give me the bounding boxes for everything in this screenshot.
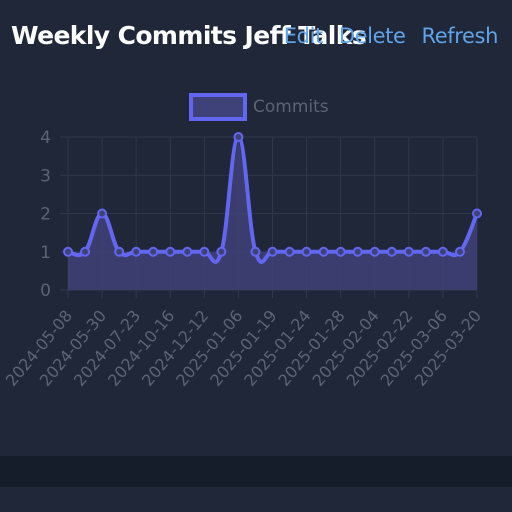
data-point: [335, 246, 346, 257]
edit-button[interactable]: Edit: [284, 24, 323, 48]
data-point: [267, 246, 278, 257]
footer-bar: [0, 456, 512, 487]
data-point: [233, 132, 244, 142]
data-point: [386, 246, 397, 257]
data-point: [182, 246, 193, 257]
data-point: [114, 246, 125, 257]
data-point: [199, 246, 210, 257]
data-point: [352, 246, 363, 257]
data-point: [148, 246, 159, 257]
data-point: [420, 246, 431, 257]
data-point: [131, 246, 142, 257]
y-tick-label: 4: [40, 128, 51, 148]
legend-swatch: [189, 93, 247, 121]
header-actions: Edit Delete Refresh: [284, 24, 499, 48]
chart-container: 0 1 2 3 4 2024-05-08 2024-05-30 2024-07-23 2024-…: [0, 76, 512, 456]
data-point: [437, 246, 448, 257]
data-point: [369, 246, 380, 257]
refresh-button[interactable]: Refresh: [421, 24, 498, 48]
data-point: [216, 246, 227, 257]
data-point: [97, 208, 108, 219]
data-point: [318, 246, 329, 257]
data-point: [301, 246, 312, 257]
data-point: [80, 246, 91, 257]
data-point: [472, 208, 482, 219]
data-point: [250, 246, 261, 257]
delete-button[interactable]: Delete: [339, 24, 406, 48]
commits-chart: 012342024-05-082024-05-302024-07-232024-…: [2, 93, 485, 390]
data-point: [63, 246, 73, 257]
page: Weekly Commits Jeff Talks Edit Delete Re…: [0, 0, 512, 512]
data-point: [165, 246, 176, 257]
bottom-area: [0, 487, 512, 512]
y-tick-label: 0: [40, 281, 51, 301]
header: Weekly Commits Jeff Talks Edit Delete Re…: [0, 0, 512, 76]
legend-label: Commits: [253, 97, 329, 117]
data-point: [284, 246, 295, 257]
y-tick-label: 1: [40, 243, 51, 263]
y-tick-label: 2: [40, 205, 51, 225]
data-point: [454, 246, 465, 257]
data-point: [403, 246, 414, 257]
y-tick-label: 3: [40, 166, 51, 186]
